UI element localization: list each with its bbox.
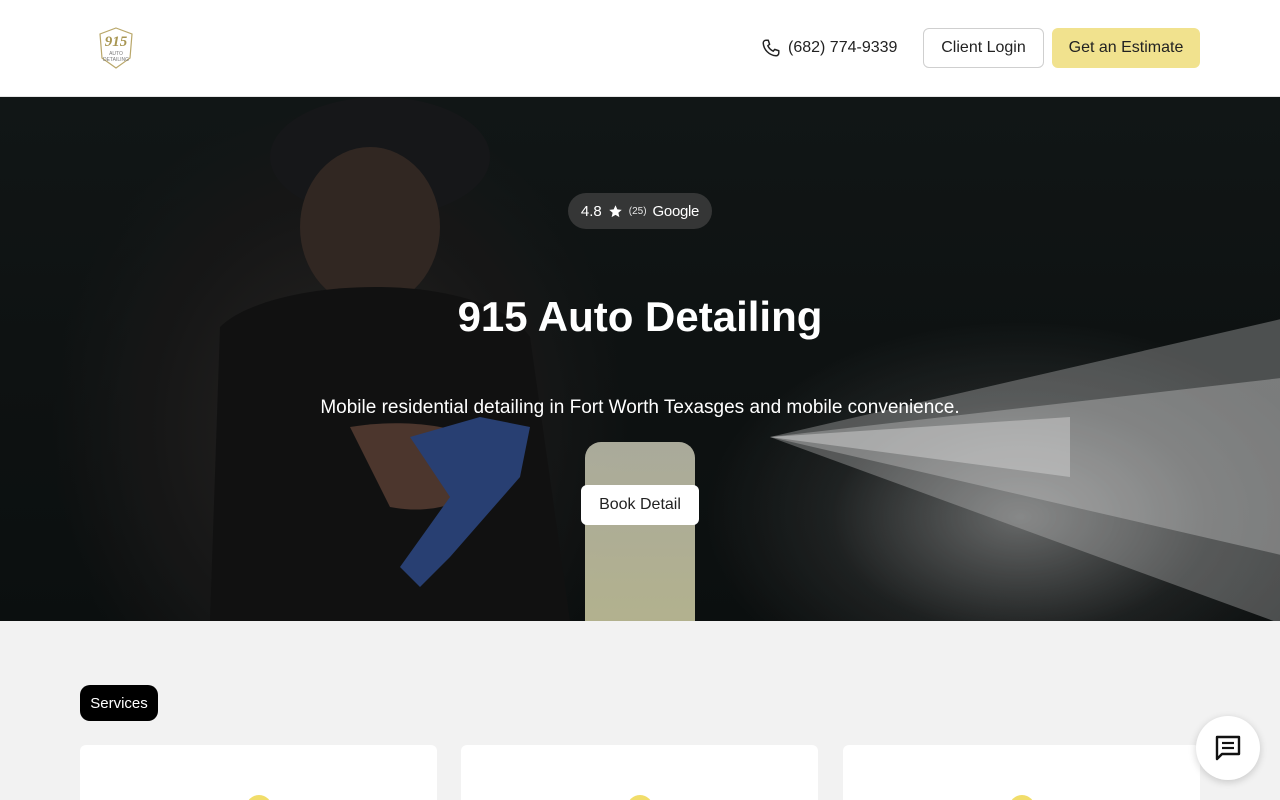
phone-number: (682) 774-9339 [788, 39, 898, 56]
get-estimate-button[interactable]: Get an Estimate [1052, 28, 1200, 68]
phone-link[interactable]: (682) 774-9339 [760, 36, 897, 60]
service-icon [626, 795, 653, 800]
hero-overlay [0, 97, 1280, 621]
rating-source: Google [652, 202, 700, 220]
book-detail-button[interactable]: Book Detail [581, 485, 699, 525]
hero-section: 4.8 (25) Google 915 Auto Detailing Mobil… [0, 97, 1280, 621]
rating-count: (25) [628, 205, 647, 217]
google-rating-badge[interactable]: 4.8 (25) Google [568, 193, 712, 229]
chat-button[interactable] [1196, 716, 1260, 780]
service-icon [1008, 795, 1035, 800]
site-header: 915 AUTO DETAILING (682) 774-9339 Client… [0, 0, 1280, 97]
service-icon [245, 795, 272, 800]
svg-text:915: 915 [105, 34, 128, 50]
hero-subtitle: Mobile residential detailing in Fort Wor… [320, 397, 960, 418]
star-icon [608, 204, 622, 217]
svg-text:DETAILING: DETAILING [103, 57, 129, 63]
service-card[interactable] [80, 745, 437, 800]
rating-value: 4.8 [580, 202, 602, 220]
page-title: 915 Auto Detailing [457, 293, 823, 340]
brand-logo-icon[interactable]: 915 AUTO DETAILING [96, 26, 136, 70]
service-card[interactable] [461, 745, 818, 800]
service-card[interactable] [843, 745, 1200, 800]
client-login-button[interactable]: Client Login [923, 28, 1044, 68]
phone-icon [762, 39, 780, 57]
services-badge: Services [80, 685, 158, 721]
chat-icon [1215, 735, 1241, 761]
